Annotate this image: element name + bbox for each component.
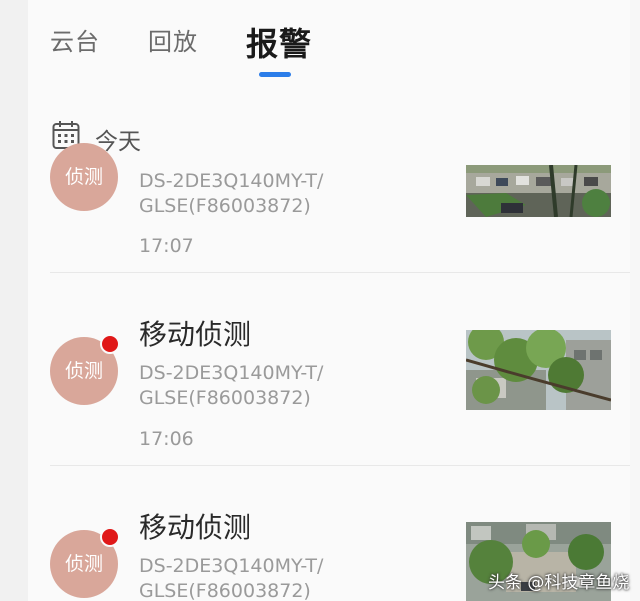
list-divider xyxy=(50,272,630,273)
device-name-line2: GLSE(F86003872) xyxy=(139,195,311,217)
device-name-line2: GLSE(F86003872) xyxy=(139,580,311,601)
device-name-line2: GLSE(F86003872) xyxy=(139,387,311,409)
alarm-time: 17:06 xyxy=(139,428,194,450)
device-name-line1: DS-2DE3Q140MY-T/ xyxy=(139,170,324,192)
device-name: DS-2DE3Q140MY-T/ GLSE(F86003872) xyxy=(139,361,323,411)
device-name-line1: DS-2DE3Q140MY-T/ xyxy=(139,362,324,384)
alarm-title: 移动侦测 xyxy=(139,511,252,544)
device-name-line1: DS-2DE3Q140MY-T/ xyxy=(139,555,324,577)
unread-indicator xyxy=(100,334,120,354)
parking-lot-camera-thumbnail[interactable] xyxy=(466,165,611,217)
unread-indicator xyxy=(100,527,120,547)
watermark: 头条 @科技章鱼烧 xyxy=(488,573,630,593)
device-name: DS-2DE3Q140MY-T/ GLSE(F86003872) xyxy=(139,554,323,601)
list-divider xyxy=(50,465,630,466)
left-edge-panel xyxy=(0,0,28,601)
event-type-avatar: 侦测 xyxy=(50,143,118,211)
alarm-content: 云台 回放 报警 今天 侦测 DS-2DE3Q140MY-T/ GLSE(F86… xyxy=(28,0,630,601)
alarm-screen: 云台 回放 报警 今天 侦测 DS-2DE3Q140MY-T/ GLSE(F86… xyxy=(0,0,640,601)
alarm-time: 17:07 xyxy=(139,235,194,257)
avatar-label: 侦测 xyxy=(64,166,103,188)
device-name: DS-2DE3Q140MY-T/ GLSE(F86003872) xyxy=(139,169,323,219)
alarm-title: 移动侦测 xyxy=(139,318,252,351)
tree-camera-thumbnail[interactable] xyxy=(466,330,611,410)
alarm-list: 侦测 DS-2DE3Q140MY-T/ GLSE(F86003872) 17:0… xyxy=(28,0,630,601)
